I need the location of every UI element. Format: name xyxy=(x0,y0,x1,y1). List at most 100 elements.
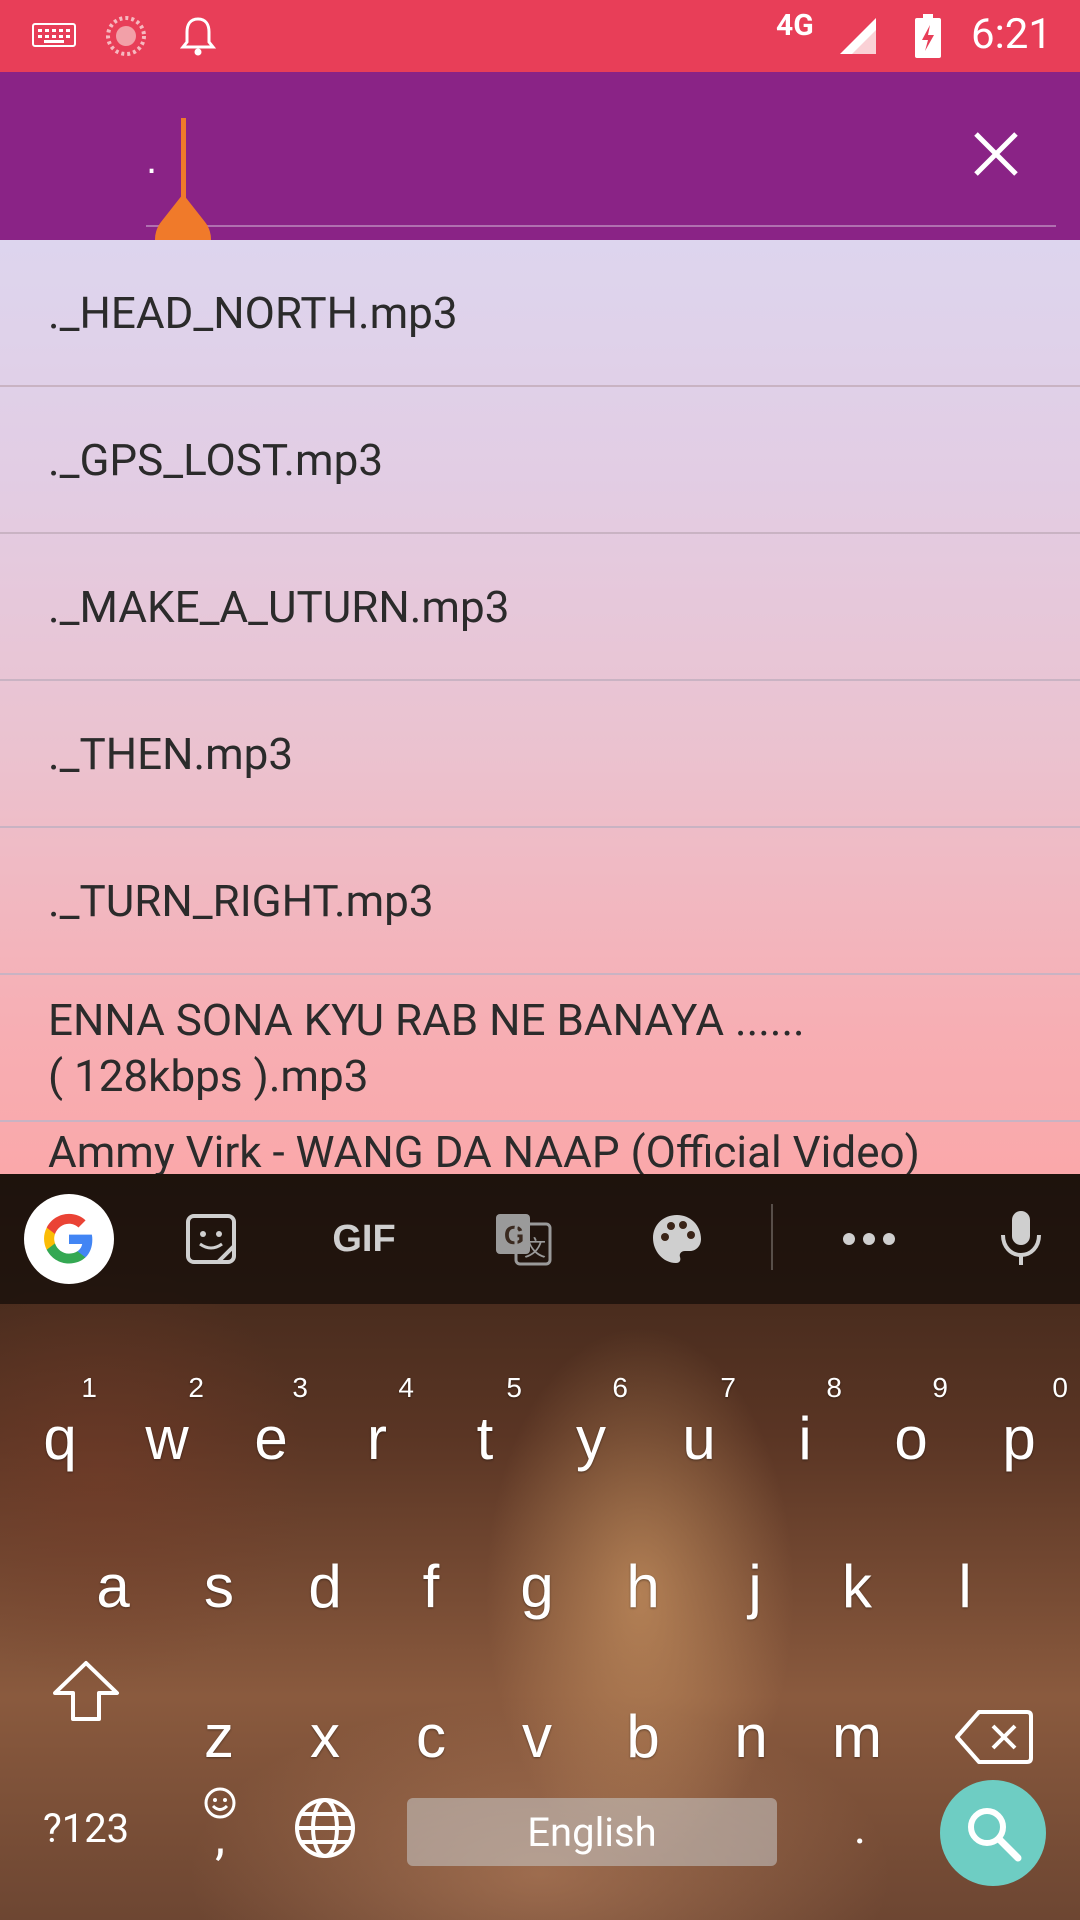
key-label: w xyxy=(145,1405,189,1472)
mic-icon xyxy=(1001,1211,1041,1265)
network-type: 4G xyxy=(776,8,814,43)
key-c[interactable]: c xyxy=(386,1682,476,1792)
sync-icon xyxy=(104,14,148,58)
key-n[interactable]: n xyxy=(706,1682,796,1792)
key-f[interactable]: f xyxy=(386,1532,476,1642)
key-label: o xyxy=(894,1405,928,1472)
signal-icon xyxy=(838,14,878,58)
symbols-key[interactable]: ?123 xyxy=(28,1788,144,1868)
shift-key[interactable] xyxy=(38,1636,134,1746)
gif-button[interactable]: GIF xyxy=(326,1204,402,1274)
key-v[interactable]: v xyxy=(492,1682,582,1792)
period-key[interactable]: . xyxy=(830,1788,890,1868)
search-input[interactable] xyxy=(146,120,1046,200)
key-label: r xyxy=(367,1405,387,1472)
search-action-button[interactable] xyxy=(940,1780,1046,1886)
key-h[interactable]: h xyxy=(598,1532,688,1642)
key-label: t xyxy=(476,1405,494,1472)
key-e[interactable]: e3 xyxy=(226,1372,316,1494)
key-hint: 3 xyxy=(292,1372,308,1403)
clear-search-button[interactable] xyxy=(966,124,1026,184)
more-icon xyxy=(843,1233,895,1245)
search-underline xyxy=(146,225,1056,227)
key-label: y xyxy=(576,1405,606,1472)
list-item[interactable]: ._HEAD_NORTH.mp3 xyxy=(0,240,1080,387)
translate-button[interactable]: G文 xyxy=(488,1204,558,1274)
key-label: q xyxy=(43,1405,77,1472)
file-name: ENNA SONA KYU RAB NE BANAYA ...... ( 128… xyxy=(48,993,805,1102)
key-m[interactable]: m xyxy=(812,1682,902,1792)
key-hint: 8 xyxy=(826,1372,842,1403)
file-name: ._HEAD_NORTH.mp3 xyxy=(48,286,458,339)
translate-icon: G文 xyxy=(496,1214,552,1266)
battery-charging-icon xyxy=(912,14,944,58)
key-hint: 6 xyxy=(612,1372,628,1403)
svg-text:文: 文 xyxy=(524,1237,546,1262)
emoji-comma-key[interactable]: , xyxy=(188,1766,252,1876)
list-item[interactable]: Ammy Virk - WANG DA NAAP (Official Video… xyxy=(0,1122,1080,1174)
key-a[interactable]: a xyxy=(68,1532,158,1642)
key-hint: 0 xyxy=(1052,1372,1068,1403)
list-item[interactable]: ._TURN_RIGHT.mp3 xyxy=(0,828,1080,975)
palette-icon xyxy=(653,1215,701,1263)
shift-icon xyxy=(53,1661,119,1721)
key-label: u xyxy=(682,1405,716,1472)
status-bar: 4G 6:21 xyxy=(0,0,1080,72)
key-r[interactable]: r4 xyxy=(332,1372,422,1494)
text-cursor xyxy=(181,118,186,198)
key-g[interactable]: g xyxy=(492,1532,582,1642)
key-b[interactable]: b xyxy=(598,1682,688,1792)
comma-label: , xyxy=(215,1809,225,1867)
more-button[interactable] xyxy=(834,1204,904,1274)
list-item[interactable]: ._MAKE_A_UTURN.mp3 xyxy=(0,534,1080,681)
language-key[interactable] xyxy=(290,1788,360,1868)
key-label: i xyxy=(798,1405,812,1472)
key-label: p xyxy=(1002,1405,1036,1472)
key-k[interactable]: k xyxy=(812,1532,902,1642)
google-search-button[interactable] xyxy=(24,1194,114,1284)
key-p[interactable]: p0 xyxy=(974,1372,1068,1494)
key-label: e xyxy=(254,1405,288,1472)
key-u[interactable]: u7 xyxy=(654,1372,744,1494)
key-hint: 4 xyxy=(398,1372,414,1403)
globe-icon xyxy=(295,1798,355,1858)
list-item[interactable]: ._GPS_LOST.mp3 xyxy=(0,387,1080,534)
key-w[interactable]: w2 xyxy=(122,1372,212,1494)
file-list: ._HEAD_NORTH.mp3 ._GPS_LOST.mp3 ._MAKE_A… xyxy=(0,240,1080,1174)
space-bar[interactable]: English xyxy=(407,1798,777,1866)
file-name: ._MAKE_A_UTURN.mp3 xyxy=(48,580,510,633)
search-toolbar xyxy=(0,72,1080,256)
key-hint: 7 xyxy=(720,1372,736,1403)
backspace-icon xyxy=(955,1710,1033,1764)
clock: 6:21 xyxy=(971,10,1052,59)
key-l[interactable]: l xyxy=(920,1532,1010,1642)
close-icon xyxy=(974,132,1018,176)
voice-input-button[interactable] xyxy=(986,1204,1056,1274)
sticker-button[interactable] xyxy=(176,1204,246,1274)
backspace-key[interactable] xyxy=(946,1682,1042,1792)
notification-bell-icon xyxy=(176,14,220,58)
key-j[interactable]: j xyxy=(710,1532,800,1642)
key-s[interactable]: s xyxy=(174,1532,264,1642)
key-y[interactable]: y6 xyxy=(546,1372,636,1494)
sticker-icon xyxy=(186,1214,236,1264)
key-hint: 2 xyxy=(188,1372,204,1403)
keyboard-icon xyxy=(30,14,78,58)
list-item[interactable]: ._THEN.mp3 xyxy=(0,681,1080,828)
file-name: Ammy Virk - WANG DA NAAP (Official Video… xyxy=(48,1126,920,1174)
file-name: ._THEN.mp3 xyxy=(48,727,294,780)
theme-button[interactable] xyxy=(642,1204,712,1274)
soft-keyboard: GIF G文 q1 w2 e3 r4 t5 y6 u7 i8 o9 p0 a s… xyxy=(0,1174,1080,1920)
key-t[interactable]: t5 xyxy=(440,1372,530,1494)
key-x[interactable]: x xyxy=(280,1682,370,1792)
file-name: ._TURN_RIGHT.mp3 xyxy=(48,874,434,927)
list-item[interactable]: ENNA SONA KYU RAB NE BANAYA ...... ( 128… xyxy=(0,975,1080,1122)
key-hint: 1 xyxy=(81,1372,97,1403)
key-hint: 5 xyxy=(506,1372,522,1403)
search-icon xyxy=(968,1808,1022,1862)
toolbar-divider xyxy=(771,1204,773,1270)
key-q[interactable]: q1 xyxy=(15,1372,105,1494)
key-d[interactable]: d xyxy=(280,1532,370,1642)
key-o[interactable]: o9 xyxy=(866,1372,956,1494)
key-i[interactable]: i8 xyxy=(760,1372,850,1494)
